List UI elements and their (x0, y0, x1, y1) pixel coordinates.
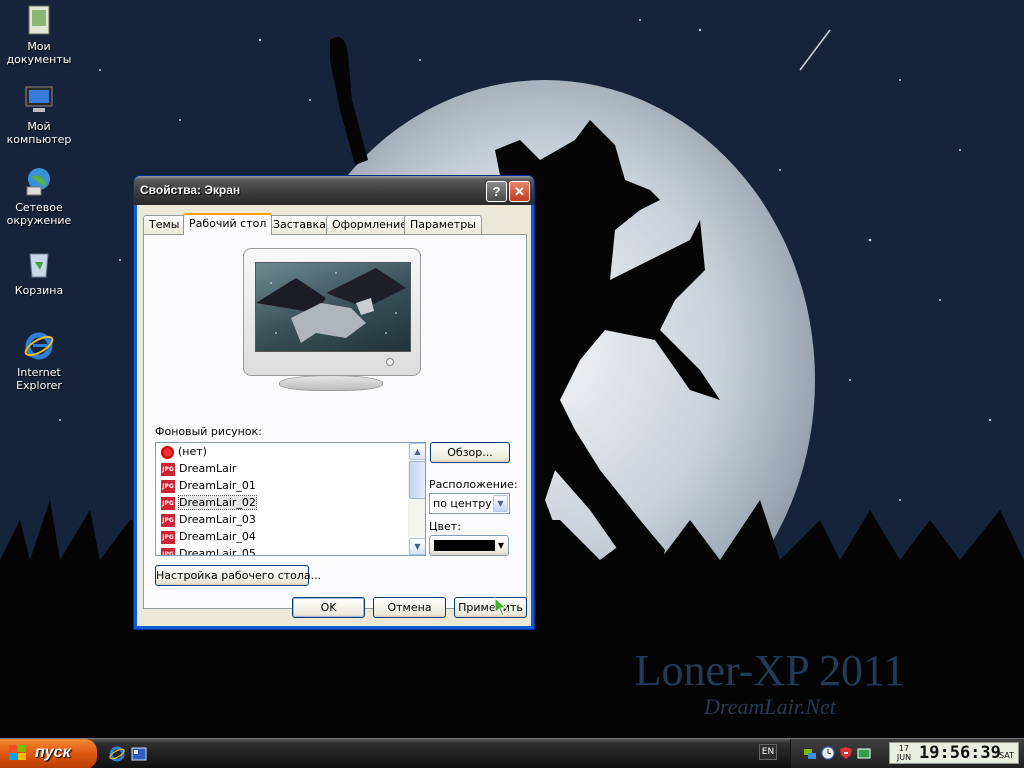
desktop-icon-internet-explorer[interactable]: Internet Explorer (4, 330, 74, 392)
apply-button[interactable]: Применить (454, 597, 527, 618)
background-label: Фоновый рисунок: (155, 425, 262, 438)
tab-desktop[interactable]: Рабочий стол (183, 213, 273, 235)
dialog-title: Свойства: Экран (140, 183, 241, 197)
list-item[interactable]: JPG DreamLair_05 (156, 545, 425, 556)
ok-button[interactable]: OK (292, 597, 365, 618)
browse-button[interactable]: Обзор... (430, 442, 510, 463)
dialog-client: Темы Рабочий стол Заставка Оформление Па… (137, 205, 531, 626)
list-item-label: DreamLair (179, 462, 237, 475)
list-item[interactable]: JPG DreamLair_03 (156, 511, 425, 528)
customize-desktop-button[interactable]: Настройка рабочего стола... (155, 565, 321, 586)
position-label: Расположение: (429, 478, 518, 491)
wallpaper-title: Loner-XP 2011 (635, 646, 906, 695)
wallpaper-subtitle: DreamLair.Net (703, 694, 837, 719)
position-select[interactable]: по центру ▼ (429, 493, 510, 514)
jpg-file-icon: JPG (161, 496, 175, 510)
background-listbox[interactable]: (нет) JPG DreamLair JPG DreamLair_01 JPG Dr… (155, 442, 426, 556)
taskbar: пуск 17 JUN 19:56:39 SAT (0, 738, 1024, 768)
tab-settings[interactable]: Параметры (404, 215, 482, 234)
language-indicator[interactable]: EN (759, 744, 777, 760)
clock-day: 17 (898, 744, 910, 753)
clock-weekday: SAT (999, 751, 1014, 760)
desktop-icon-label: Мой компьютер (6, 120, 72, 146)
color-label: Цвет: (429, 520, 461, 533)
wallpaper-preview (255, 262, 411, 352)
monitor-power-indicator (386, 358, 394, 366)
close-button[interactable]: ✕ (509, 181, 530, 202)
display-properties-dialog: Свойства: Экран ? ✕ Темы Рабочий стол За… (133, 175, 535, 630)
clock-time: 19:56:39 (919, 743, 1001, 763)
my-computer-icon (25, 86, 53, 112)
list-item[interactable]: JPG DreamLair (156, 460, 425, 477)
internet-explorer-icon[interactable] (108, 745, 126, 763)
start-button[interactable]: пуск (0, 739, 97, 768)
scroll-up-icon[interactable]: ▲ (409, 443, 425, 460)
desktop-icon-my-computer[interactable]: Мой компьютер (4, 84, 74, 146)
network-places-icon (26, 168, 50, 196)
help-button[interactable]: ? (486, 181, 507, 202)
list-item-label: (нет) (178, 445, 207, 458)
security-shield-icon[interactable] (839, 746, 853, 760)
internet-explorer-icon (24, 332, 54, 360)
tab-screensaver[interactable]: Заставка (267, 215, 332, 234)
dialog-titlebar[interactable]: Свойства: Экран ? ✕ (134, 176, 534, 205)
network-tray-icon[interactable] (803, 746, 817, 760)
list-item-label: DreamLair_04 (179, 530, 256, 543)
desktop-icon-label: Internet Explorer (16, 366, 62, 392)
winged-wolf-image (256, 268, 406, 343)
scroll-down-icon[interactable]: ▼ (409, 538, 425, 555)
clock-tray-icon[interactable] (821, 746, 835, 760)
scroll-thumb[interactable] (409, 461, 425, 499)
desktop-icon-label: Сетевое окружение (6, 201, 72, 227)
desktop-icon-network[interactable]: Сетевое окружение (4, 165, 74, 227)
tab-themes[interactable]: Темы (143, 215, 186, 234)
desktop-icon-recycle-bin[interactable]: Корзина (4, 248, 74, 297)
list-item-label: DreamLair_03 (179, 513, 256, 526)
jpg-file-icon: JPG (161, 547, 175, 555)
desktop-icon-my-documents[interactable]: Мои документы (4, 4, 74, 66)
show-desktop-icon[interactable] (130, 745, 148, 763)
list-item[interactable]: (нет) (156, 443, 425, 460)
tab-appearance[interactable]: Оформление (326, 215, 413, 234)
chevron-down-icon[interactable]: ▼ (493, 495, 508, 512)
windows-logo-icon (9, 745, 26, 760)
cancel-button[interactable]: Отмена (373, 597, 446, 618)
list-item[interactable]: JPG DreamLair_04 (156, 528, 425, 545)
my-documents-icon (28, 5, 50, 35)
list-item-label: DreamLair_01 (179, 479, 256, 492)
system-tray: 17 JUN 19:56:39 SAT (790, 739, 1024, 768)
position-select-value: по центру (433, 497, 492, 510)
monitor-stand (279, 375, 383, 391)
volume-tray-icon[interactable] (857, 746, 871, 760)
color-swatch (434, 540, 495, 551)
jpg-file-icon: JPG (161, 479, 175, 493)
recycle-bin-icon (29, 253, 49, 278)
cursor-icon (494, 597, 508, 617)
jpg-file-icon: JPG (161, 513, 175, 527)
jpg-file-icon: JPG (161, 462, 175, 476)
desktop-tab-pane: Фоновый рисунок: (нет) JPG DreamLair JPG D… (143, 234, 527, 609)
chevron-down-icon: ▼ (497, 541, 504, 550)
monitor-preview (243, 248, 421, 376)
jpg-file-icon: JPG (161, 530, 175, 544)
desktop-icon-label: Мои документы (6, 40, 72, 66)
clock-month: JUN (896, 753, 912, 762)
list-item-label: DreamLair_05 (179, 547, 256, 556)
listbox-scrollbar[interactable]: ▲ ▼ (408, 443, 425, 555)
list-item[interactable]: JPG DreamLair_01 (156, 477, 425, 494)
list-item-label: DreamLair_02 (178, 495, 257, 510)
tray-clock[interactable]: 17 JUN 19:56:39 SAT (889, 742, 1019, 764)
clock-date: 17 JUN (893, 744, 915, 762)
start-label: пуск (35, 744, 71, 761)
list-item-selected[interactable]: JPG DreamLair_02 (156, 494, 425, 511)
desktop-icon-label: Корзина (14, 284, 64, 297)
color-picker-button[interactable]: ▼ (429, 535, 509, 556)
none-icon (161, 445, 174, 459)
